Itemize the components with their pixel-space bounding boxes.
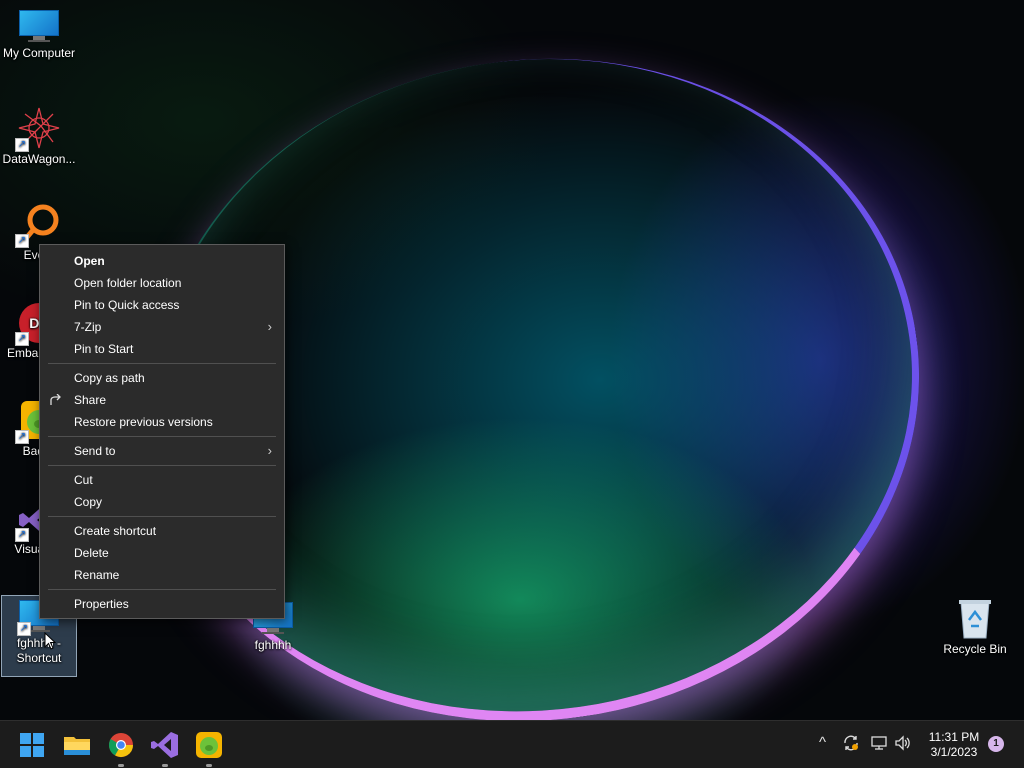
clock-date: 3/1/2023 [930,745,978,759]
menu-item-send-to[interactable]: Send to › [40,440,284,462]
everything-search-icon: ↗ [15,204,61,248]
bad-piggies-icon [196,732,222,758]
menu-item-restore-previous-versions[interactable]: Restore previous versions [40,411,284,433]
start-icon [20,733,44,757]
running-indicator [118,764,124,767]
menu-separator [48,436,276,437]
desktop-icon-datawagon[interactable]: ↗ DataWagon... [1,106,77,167]
desktop[interactable]: My Computer ↗ DataWagon... ↗ Every DE ↗ … [0,0,1024,720]
visual-studio-icon [151,732,178,758]
menu-item-7zip[interactable]: 7-Zip › [40,316,284,338]
menu-item-delete[interactable]: Delete [40,542,284,564]
menu-item-properties[interactable]: Properties [40,593,284,615]
menu-separator [48,363,276,364]
share-icon [50,389,64,413]
chrome-icon [108,733,133,758]
menu-item-copy-as-path[interactable]: Copy as path [40,367,284,389]
menu-item-open-folder-location[interactable]: Open folder location [40,272,284,294]
menu-item-cut[interactable]: Cut [40,469,284,491]
taskbar: ^ 11:31 PM 3/1/2023 [0,720,1024,768]
icon-label: Recycle Bin [943,642,1007,656]
menu-item-create-shortcut[interactable]: Create shortcut [40,520,284,542]
start-button[interactable] [16,729,48,761]
taskbar-file-explorer[interactable] [61,729,93,761]
datawagon-icon: ↗ [15,106,61,152]
menu-item-pin-to-quick-access[interactable]: Pin to Quick access [40,294,284,316]
menu-item-share[interactable]: Share [40,389,284,411]
menu-item-open[interactable]: Open [40,250,284,272]
running-indicator [162,764,168,767]
sync-icon[interactable] [842,734,860,755]
taskbar-visual-studio[interactable] [149,729,181,767]
menu-separator [48,589,276,590]
taskbar-chrome[interactable] [105,729,137,767]
running-indicator [206,764,212,767]
desktop-icon-recycle-bin[interactable]: Recycle Bin [937,598,1013,657]
icon-label: fghhhh [254,638,292,652]
menu-item-rename[interactable]: Rename [40,564,284,586]
monitor-icon [19,10,59,44]
show-hidden-icons-chevron-icon[interactable]: ^ [819,734,826,751]
system-clock[interactable]: 11:31 PM 3/1/2023 [922,730,986,760]
menu-item-copy[interactable]: Copy [40,491,284,513]
taskbar-bad-piggies[interactable] [193,729,225,767]
icon-label: DataWagon... [2,152,76,166]
clock-time: 11:31 PM [928,730,980,744]
menu-item-pin-to-start[interactable]: Pin to Start [40,338,284,360]
context-menu: Open Open folder location Pin to Quick a… [39,244,285,619]
recycle-bin-icon [955,598,995,640]
file-explorer-icon [64,737,90,755]
mouse-cursor-icon [44,632,56,650]
network-icon[interactable] [870,734,888,755]
notification-badge[interactable]: 1 [988,736,1004,752]
icon-label: My Computer [2,46,76,60]
menu-separator [48,465,276,466]
desktop-icon-my-computer[interactable]: My Computer [1,10,77,61]
submenu-chevron-icon: › [267,319,272,334]
submenu-chevron-icon: › [267,443,272,458]
volume-icon[interactable] [894,734,912,755]
menu-separator [48,516,276,517]
